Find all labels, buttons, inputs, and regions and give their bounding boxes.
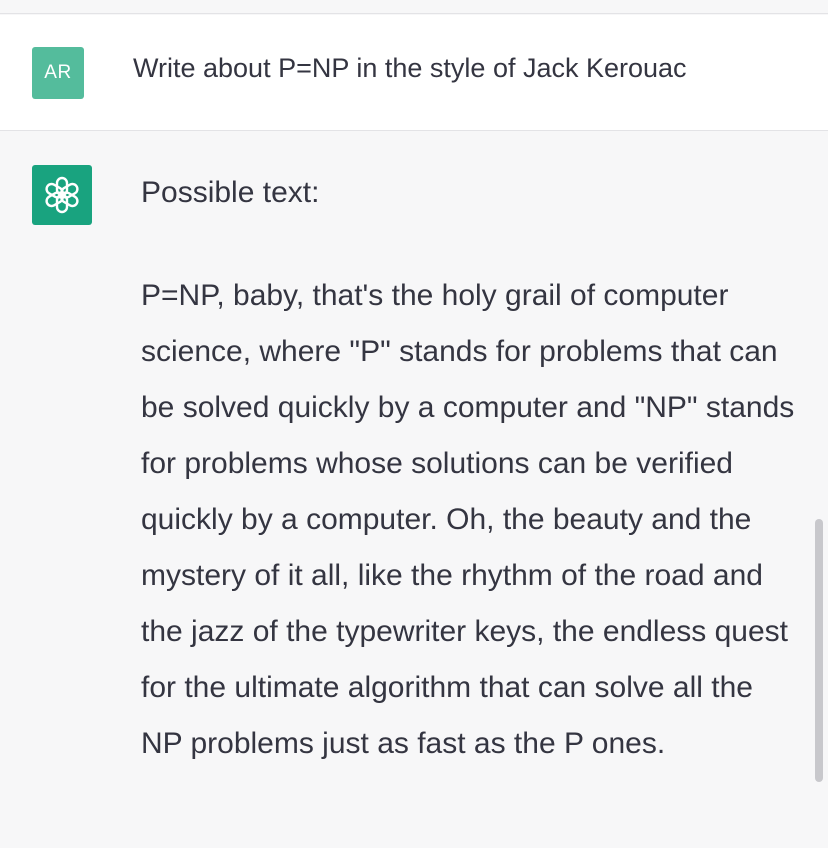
previous-message-edge	[0, 0, 828, 14]
user-message-text: Write about P=NP in the style of Jack Ke…	[133, 53, 687, 83]
assistant-avatar	[32, 165, 92, 225]
user-avatar-initials: AR	[44, 62, 72, 83]
user-message-row: AR Write about P=NP in the style of Jack…	[0, 15, 828, 131]
assistant-paragraph-body: P=NP, baby, that's the holy grail of com…	[141, 279, 795, 760]
user-avatar: AR	[32, 47, 84, 99]
scrollbar-thumb[interactable]	[815, 519, 823, 782]
assistant-message-row: Possible text: P=NP, baby, that's the ho…	[0, 132, 828, 848]
assistant-message-text: Possible text: P=NP, baby, that's the ho…	[141, 172, 801, 772]
chat-window: AR Write about P=NP in the style of Jack…	[0, 0, 828, 848]
assistant-paragraph-intro: Possible text:	[141, 176, 320, 209]
openai-logo-icon	[45, 176, 79, 214]
